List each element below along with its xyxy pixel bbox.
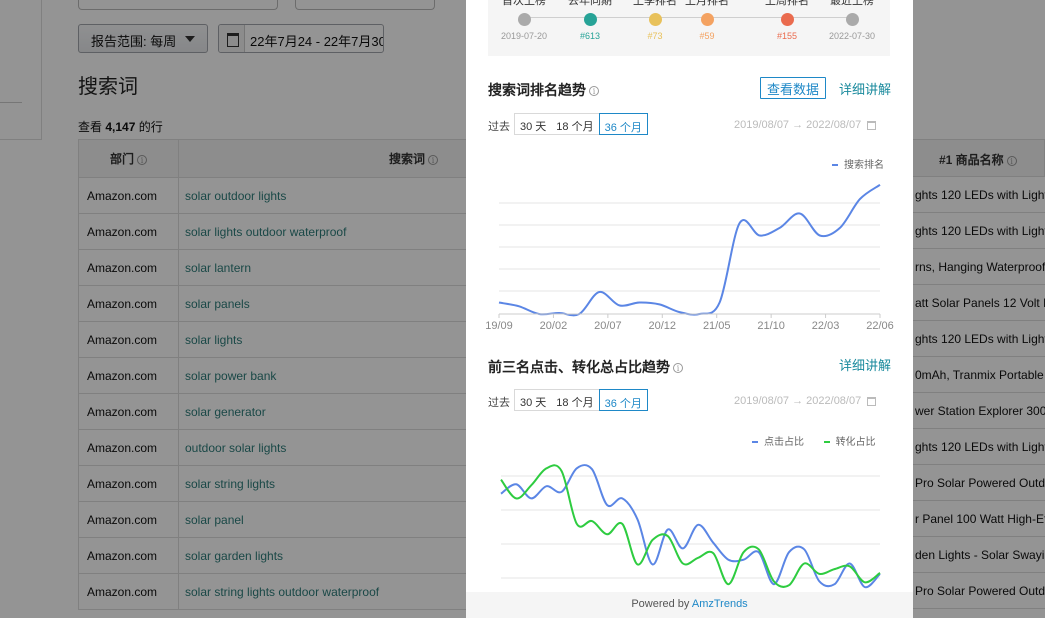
x-tick-label: 20/02 [540,320,568,332]
legend-swatch [832,164,838,167]
period-36m[interactable]: 36 个月 [598,389,648,411]
timeline-item: 上周排名 #155 [752,0,822,41]
timeline-label: 上周排名 [765,0,809,7]
timeline-label: 上月排名 [685,0,729,7]
legend-label: 转化占比 [835,437,876,448]
timeline-dot [845,13,859,26]
timeline-dot [517,13,531,26]
timeline-dot [700,13,714,26]
timeline-label: 首次上榜 [502,0,546,7]
chart-legend: 点击占比 转化占比 [752,433,876,448]
chart-legend: 搜索排名 [832,156,884,171]
date-range-text: 2019/08/07 → 2022/08/07 [734,119,862,131]
footer-brand-link[interactable]: AmzTrends [692,598,748,610]
timeline-item: 最近上榜 2022-07-30 [817,0,887,41]
footer: Powered by AmzTrends [466,592,913,618]
info-icon[interactable]: i [589,86,599,97]
x-tick-label: 22/06 [866,320,894,332]
period-30d[interactable]: 30 天 [515,114,551,134]
timeline-value: #155 [776,31,798,41]
timeline-item: 去年同期 #613 [555,0,625,41]
x-tick-label: 22/03 [812,320,840,332]
view-data-button[interactable]: 查看数据 [760,77,827,99]
series-line [500,464,881,589]
period-36m[interactable]: 36 个月 [598,113,648,135]
detail-link[interactable]: 详细讲解 [839,79,891,98]
share-trend-title: 前三名点击、转化总占比趋势 i [488,357,683,377]
period-selector: 30 天 18 个月 36 个月 [514,389,648,411]
timeline-dot [583,13,597,26]
timeline-item: 首次上榜 2019-07-20 [489,0,559,41]
timeline-value: #59 [699,31,715,41]
period-selector: 30 天 18 个月 36 个月 [514,113,648,135]
rank-trend-chart: 19/09 20/02 20/07 20/12 21/05 21/10 22/03 22/06 [486,183,894,332]
series-line [498,183,881,317]
date-range[interactable]: 2019/08/07 → 2022/08/07 [734,395,877,407]
timeline-value: #613 [579,31,601,41]
period-30d[interactable]: 30 天 [515,390,551,410]
timeline-label: 最近上榜 [830,0,874,7]
footer-prefix: Powered by [631,598,690,610]
calendar-icon [867,396,877,406]
x-tick-label: 20/12 [649,320,677,332]
rank-trend-title: 搜索词排名趋势 i [488,80,599,100]
x-tick-label: 20/07 [594,320,622,332]
date-range-text: 2019/08/07 → 2022/08/07 [734,395,862,407]
trend-popup: 首次上榜 2019-07-20 去年同期 #613 上季排名 #73 上月排名 #59 上周排名… [466,0,913,618]
legend-swatch [752,441,758,444]
timeline-dot [780,13,794,26]
period-18m[interactable]: 18 个月 [551,390,598,410]
legend-label: 点击占比 [764,437,804,448]
date-range[interactable]: 2019/08/07 → 2022/08/07 [734,119,877,131]
period-18m[interactable]: 18 个月 [551,114,598,134]
timeline-dot [648,13,662,26]
share-trend-title-text: 前三名点击、转化总占比趋势 [488,359,670,375]
series-line [500,464,881,588]
rank-trend-title-text: 搜索词排名趋势 [488,82,586,98]
legend-swatch [823,441,830,444]
timeline-value: 2019-07-20 [500,31,548,41]
x-tick-label: 21/05 [703,320,731,332]
share-trend-chart [500,464,881,589]
detail-link[interactable]: 详细讲解 [839,355,891,374]
period-label: 过去 [488,397,510,409]
timeline-value: 2022-07-30 [828,31,876,41]
calendar-icon [867,120,877,130]
info-icon[interactable]: i [673,363,683,374]
timeline-item: 上月排名 #59 [672,0,742,41]
x-tick-label: 19/09 [486,320,513,332]
period-label: 过去 [488,121,510,133]
timeline-label: 去年同期 [568,0,612,7]
x-tick-label: 21/10 [757,320,785,332]
rank-timeline: 首次上榜 2019-07-20 去年同期 #613 上季排名 #73 上月排名 #59 上周排名… [488,0,890,56]
